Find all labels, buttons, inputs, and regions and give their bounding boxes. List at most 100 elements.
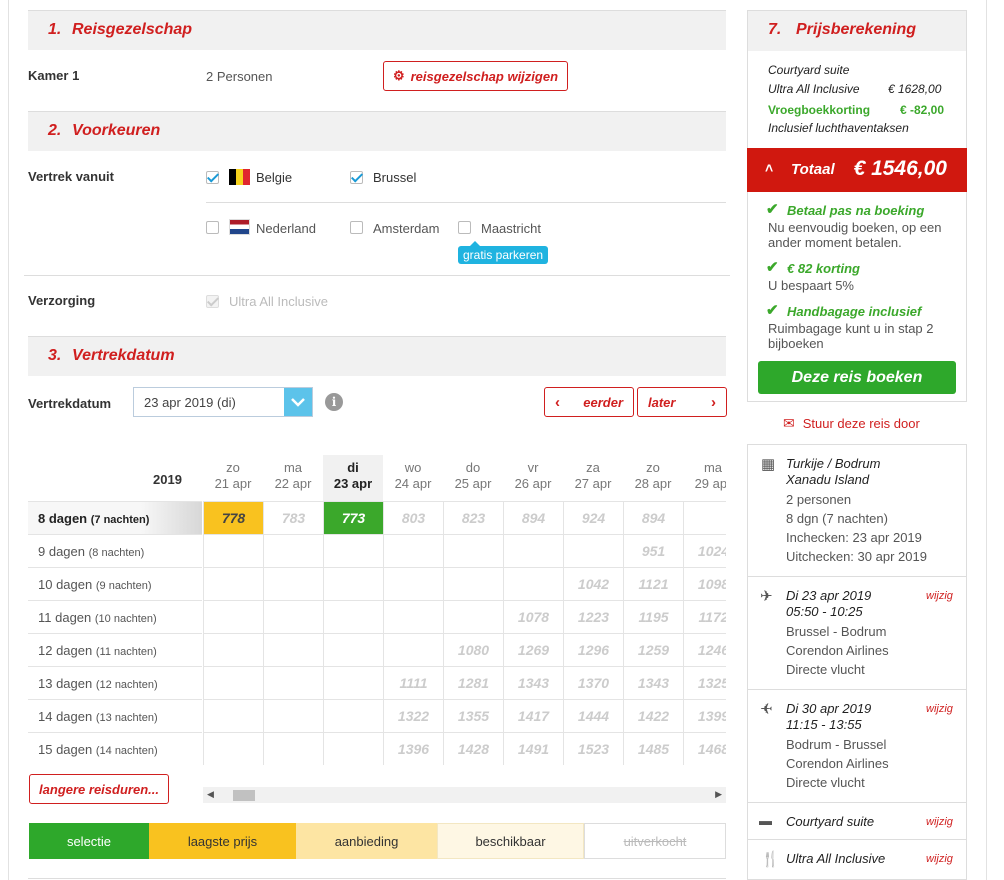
price-cell[interactable]: 1325	[683, 666, 726, 699]
grid-column-header[interactable]: di 23 apr	[323, 455, 383, 501]
grid-row-label[interactable]: 10 dagen (9 nachten)	[28, 567, 202, 600]
departure-date-select[interactable]: 23 apr 2019 (di)	[133, 387, 313, 417]
price-cell[interactable]: 1080	[443, 633, 503, 666]
checkbox-belgie[interactable]	[206, 171, 219, 184]
price-cell[interactable]: 1296	[563, 633, 623, 666]
price-cell[interactable]: 1172	[683, 600, 726, 633]
edit-flight-back-link[interactable]: wijzig	[926, 703, 953, 715]
checkbox-maastricht[interactable]	[458, 221, 471, 234]
chevron-down-icon[interactable]	[284, 388, 312, 416]
grid-row-label[interactable]: 15 dagen (14 nachten)	[28, 732, 202, 765]
scroll-left-icon[interactable]: ◀	[207, 789, 214, 800]
edit-room-link[interactable]: wijzig	[926, 816, 953, 828]
price-cell[interactable]: 1111	[383, 666, 443, 699]
scroll-right-icon[interactable]: ▶	[715, 789, 722, 800]
price-cell[interactable]: 1417	[503, 699, 563, 732]
grid-column-header[interactable]: zo 28 apr	[623, 455, 683, 501]
column-day: zo	[646, 460, 660, 475]
price-cell[interactable]: 1322	[383, 699, 443, 732]
column-date: 22 apr	[274, 476, 312, 491]
price-cell[interactable]: 803	[383, 501, 443, 534]
earlier-button[interactable]: ‹ eerder	[544, 387, 634, 417]
total-bar[interactable]: ˄ Totaal € 1546,00	[747, 148, 967, 192]
send-trip-label: Stuur deze reis door	[802, 416, 920, 431]
price-cell[interactable]: 1370	[563, 666, 623, 699]
price-cell[interactable]: 1485	[623, 732, 683, 765]
checkbox-amsterdam[interactable]	[350, 221, 363, 234]
checkbox-nederland[interactable]	[206, 221, 219, 234]
price-cell[interactable]: 1223	[563, 600, 623, 633]
price-cell[interactable]: 1468	[683, 732, 726, 765]
price-cell[interactable]: 1281	[443, 666, 503, 699]
country-nederland: Nederland	[256, 221, 316, 236]
row-days: 8 dagen	[38, 511, 88, 526]
grid-column-header[interactable]: zo 21 apr	[203, 455, 263, 501]
discount-label: Vroegboekkorting	[768, 103, 871, 117]
price-cell[interactable]: 773	[323, 501, 383, 534]
price-cell[interactable]: 1259	[623, 633, 683, 666]
book-trip-button[interactable]: Deze reis boeken	[758, 361, 956, 394]
send-trip-link[interactable]: ✉ Stuur deze reis door	[783, 415, 920, 432]
price-cell[interactable]: 1355	[443, 699, 503, 732]
price-cell[interactable]: 1195	[623, 600, 683, 633]
grid-row-label[interactable]: 12 dagen (11 nachten)	[28, 633, 202, 666]
price-cell[interactable]: 1491	[503, 732, 563, 765]
price-cell[interactable]: 1246	[683, 633, 726, 666]
price-cell[interactable]: 783	[263, 501, 323, 534]
care-value: Ultra All Inclusive	[229, 294, 328, 309]
price-cell	[203, 567, 263, 600]
grid-column-header[interactable]: ma29 apr	[683, 455, 726, 501]
grid-column-header[interactable]: do 25 apr	[443, 455, 503, 501]
grid-scrollbar[interactable]: ◀ ▶	[203, 787, 726, 803]
earlier-label: eerder	[583, 394, 623, 410]
price-cell[interactable]: 951	[623, 534, 683, 567]
price-cell[interactable]: 1098	[683, 567, 726, 600]
price-cell	[263, 732, 323, 765]
column-day: ma	[283, 460, 303, 475]
price-cell[interactable]: 823	[443, 501, 503, 534]
divider	[748, 839, 966, 840]
grid-row-label[interactable]: 11 dagen (10 nachten)	[28, 600, 202, 633]
grid-row-label[interactable]: 13 dagen (12 nachten)	[28, 666, 202, 699]
price-cell[interactable]: 1078	[503, 600, 563, 633]
later-button[interactable]: later ›	[637, 387, 727, 417]
price-cell[interactable]: 1343	[503, 666, 563, 699]
price-cell[interactable]: 1428	[443, 732, 503, 765]
longer-durations-button[interactable]: langere reisduren...	[29, 774, 169, 804]
price-cell[interactable]: 1024	[683, 534, 726, 567]
edit-flight-out-link[interactable]: wijzig	[926, 590, 953, 602]
grid-row-label[interactable]: 14 dagen (13 nachten)	[28, 699, 202, 732]
price-cell[interactable]: 894	[623, 501, 683, 534]
price-cell[interactable]: 1121	[623, 567, 683, 600]
price-cell[interactable]: 1523	[563, 732, 623, 765]
price-cell[interactable]: 778	[203, 501, 263, 534]
section-title: Prijsberekening	[796, 21, 917, 38]
grid-column-header[interactable]: za 27 apr	[563, 455, 623, 501]
grid-column-header[interactable]: ma 22 apr	[263, 455, 323, 501]
price-cell[interactable]: 1042	[563, 567, 623, 600]
price-cell[interactable]: 1422	[623, 699, 683, 732]
checkbox-brussel[interactable]	[350, 171, 363, 184]
price-cell[interactable]: 1399	[683, 699, 726, 732]
price-cell[interactable]: 1269	[503, 633, 563, 666]
grid-column-header[interactable]: wo 24 apr	[383, 455, 443, 501]
grid-column-header[interactable]: vr 26 apr	[503, 455, 563, 501]
edit-board-link[interactable]: wijzig	[926, 853, 953, 865]
price-cell	[323, 567, 383, 600]
price-cell	[263, 534, 323, 567]
price-cell[interactable]: 924	[563, 501, 623, 534]
row-days: 9 dagen	[38, 544, 85, 559]
change-party-button[interactable]: ⚙ reisgezelschap wijzigen	[383, 61, 568, 91]
info-icon[interactable]: i	[325, 393, 343, 411]
price-cell[interactable]: 1343	[623, 666, 683, 699]
price-cell[interactable]: 1396	[383, 732, 443, 765]
chevron-right-icon: ›	[711, 393, 716, 411]
price-cell[interactable]: 1444	[563, 699, 623, 732]
flight-out-airline: Corendon Airlines	[786, 643, 889, 658]
grid-row-label[interactable]: 8 dagen (7 nachten)	[28, 501, 202, 534]
taxes-included: Inclusief luchthaventaksen	[768, 121, 909, 135]
grid-row-label[interactable]: 9 dagen (8 nachten)	[28, 534, 202, 567]
price-cell[interactable]: 894	[503, 501, 563, 534]
scroll-thumb[interactable]	[233, 790, 255, 801]
check-icon: ✔	[766, 259, 779, 276]
